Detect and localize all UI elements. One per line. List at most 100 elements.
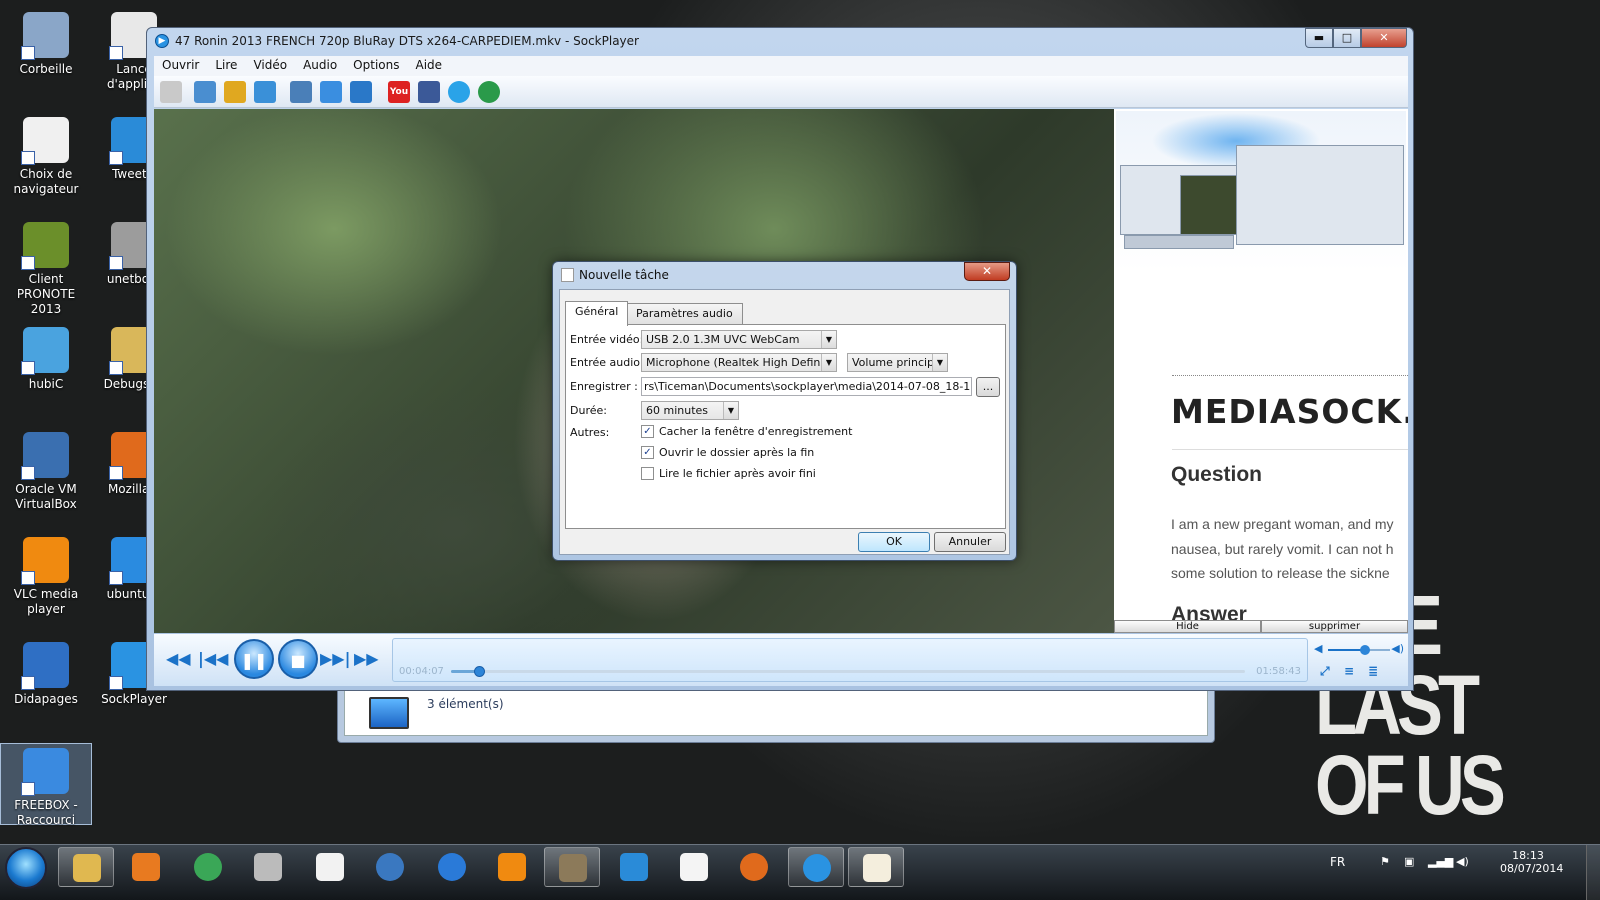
browse-button[interactable]: ...	[976, 377, 1000, 397]
desktop-icon[interactable]: Corbeille	[0, 8, 92, 77]
ok-button[interactable]: OK	[858, 532, 930, 552]
option-checkbox[interactable]: ✓ Cacher la fenêtre d'enregistrement	[641, 425, 852, 438]
rewind-button[interactable]: ◀◀	[166, 649, 191, 668]
maximize-button[interactable]: □	[1333, 28, 1361, 48]
mediasock-logo: MEDIASOCK.	[1171, 392, 1408, 431]
audio-volume-select[interactable]: Volume principal ▼	[847, 353, 948, 372]
menu-item[interactable]: Vidéo	[245, 56, 295, 76]
camera-icon[interactable]	[224, 81, 246, 103]
desktop-icon[interactable]: Didapages	[0, 638, 92, 707]
volume-slider[interactable]	[1328, 645, 1390, 655]
clock[interactable]: 18:13 08/07/2014	[1500, 849, 1563, 875]
ad-delete-button[interactable]: supprimer	[1261, 620, 1408, 633]
twitter-icon[interactable]	[448, 81, 470, 103]
cancel-button[interactable]: Annuler	[934, 532, 1006, 552]
settings-sliders-icon[interactable]: ≣	[1368, 664, 1378, 678]
app-icon	[21, 748, 69, 796]
playback-controls: ◀◀ |◀◀ ❚❚ ■ ▶▶| ▶▶ 00:04:07 01:58:43 ◀ ◀…	[154, 634, 1408, 686]
taskbar-app-launcher[interactable]	[666, 847, 722, 887]
desktop-icon[interactable]: Client PRONOTE 2013	[0, 218, 92, 317]
youtube-icon[interactable]: You	[388, 81, 410, 103]
volume-handle[interactable]	[1360, 645, 1371, 655]
option-label: Lire le fichier après avoir fini	[659, 467, 816, 480]
microphone-icon[interactable]	[350, 81, 372, 103]
save-label: Enregistrer :	[570, 380, 638, 393]
app-icon	[21, 537, 69, 585]
menu-item[interactable]: Aide	[407, 56, 450, 76]
screen-record-icon[interactable]	[290, 81, 312, 103]
ad-hide-button[interactable]: Hide	[1114, 620, 1261, 633]
pause-button[interactable]: ❚❚	[234, 639, 274, 679]
taskbar-ccleaner[interactable]	[424, 847, 480, 887]
desktop-icon[interactable]: hubiC	[0, 323, 92, 392]
taskbar-explorer[interactable]	[58, 847, 114, 887]
menu-bar: Ouvrir Lire Vidéo Audio Options Aide	[154, 56, 1408, 76]
audio-input-label: Entrée audio :	[570, 356, 648, 369]
taskbar-media-player[interactable]	[118, 847, 174, 887]
new-task-dialog[interactable]: Nouvelle tâche ✕ Général Paramètres audi…	[552, 261, 1017, 561]
taskbar-firefox[interactable]	[726, 847, 782, 887]
screenshot-icon[interactable]	[254, 81, 276, 103]
video-input-select[interactable]: USB 2.0 1.3M UVC WebCam ▼	[641, 330, 837, 349]
playlist-list-icon[interactable]: ≡	[1344, 664, 1354, 678]
taskbar-tweetdeck[interactable]	[606, 847, 662, 887]
desktop-icon-label: VLC media player	[13, 587, 79, 616]
taskbar-new-task[interactable]	[848, 847, 904, 887]
unchecked-box[interactable]	[641, 467, 654, 480]
fullscreen-icon[interactable]: ⤢	[1320, 664, 1330, 679]
taskbar-gimp[interactable]	[544, 847, 600, 887]
next-button[interactable]: ▶▶|	[320, 649, 350, 668]
forward-button[interactable]: ▶▶	[354, 649, 379, 668]
menu-item[interactable]: Audio	[295, 56, 345, 76]
menu-item[interactable]: Lire	[207, 56, 245, 76]
tab-audio-settings[interactable]: Paramètres audio	[626, 303, 743, 325]
playlist-icon[interactable]	[194, 81, 216, 103]
desktop-icon[interactable]: Choix de navigateur	[0, 113, 92, 197]
duration-select[interactable]: 60 minutes ▼	[641, 401, 739, 420]
show-desktop-button[interactable]	[1586, 845, 1600, 900]
open-file-icon[interactable]	[160, 81, 182, 103]
taskbar-vlc[interactable]	[484, 847, 540, 887]
option-checkbox[interactable]: Lire le fichier après avoir fini	[641, 467, 816, 480]
dialog-close-button[interactable]: ✕	[964, 262, 1010, 281]
language-indicator[interactable]: FR	[1330, 855, 1345, 869]
checked-icon[interactable]: ✓	[641, 446, 654, 459]
taskbar-document[interactable]	[302, 847, 358, 887]
seek-bar[interactable]	[451, 666, 1245, 677]
save-path-field[interactable]: rs\Ticeman\Documents\sockplayer\media\20…	[641, 377, 972, 396]
speaker-icon[interactable]: ◀)	[1456, 855, 1469, 868]
speaker-icon[interactable]: ◀	[1314, 642, 1322, 655]
webcam-icon[interactable]	[320, 81, 342, 103]
option-checkbox[interactable]: ✓ Ouvrir le dossier après la fin	[641, 446, 814, 459]
app-icon	[21, 642, 69, 690]
volume-max-icon[interactable]: ◀)	[1391, 642, 1404, 655]
taskbar-chrome[interactable]	[180, 847, 236, 887]
stop-button[interactable]: ■	[278, 639, 318, 679]
close-button[interactable]: ✕	[1361, 28, 1407, 48]
facebook-icon[interactable]	[418, 81, 440, 103]
seek-handle[interactable]	[473, 666, 485, 677]
ad-panel[interactable]: MEDIASOCK. Question I am a new pregant w…	[1114, 109, 1408, 633]
explorer-window[interactable]: 3 élément(s)	[337, 685, 1215, 743]
tab-general[interactable]: Général	[565, 301, 629, 326]
checked-icon[interactable]: ✓	[641, 425, 654, 438]
desktop-icon[interactable]: Oracle VM VirtualBox	[0, 428, 92, 512]
title-bar[interactable]: ▶ 47 Ronin 2013 FRENCH 720p BluRay DTS x…	[147, 28, 1413, 54]
start-button[interactable]	[5, 847, 47, 889]
network-icon[interactable]: ▣	[1404, 855, 1414, 868]
menu-item[interactable]: Ouvrir	[154, 56, 207, 76]
minimize-button[interactable]: ▬	[1305, 28, 1333, 48]
previous-button[interactable]: |◀◀	[198, 649, 228, 668]
desktop: THE LAST OF US CorbeilleLance d'applicaC…	[0, 0, 1600, 862]
signal-icon[interactable]: ▂▄▆	[1428, 855, 1453, 868]
web-icon[interactable]	[478, 81, 500, 103]
flag-icon[interactable]: ⚑	[1380, 855, 1390, 868]
desktop-icon[interactable]: FREEBOX - Raccourci	[0, 743, 92, 827]
chrome-icon	[194, 853, 222, 881]
taskbar-unetbootin[interactable]	[240, 847, 296, 887]
taskbar-thunderbird[interactable]	[362, 847, 418, 887]
audio-input-select[interactable]: Microphone (Realtek High Defini ▼	[641, 353, 837, 372]
desktop-icon[interactable]: VLC media player	[0, 533, 92, 617]
taskbar-sockplayer[interactable]	[788, 847, 844, 887]
menu-item[interactable]: Options	[345, 56, 407, 76]
